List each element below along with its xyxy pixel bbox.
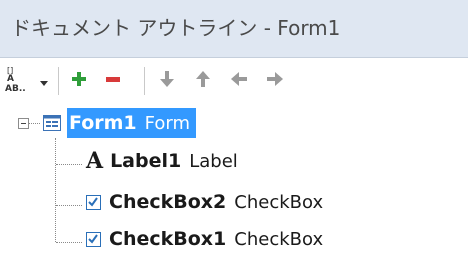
- tree-connector: [55, 138, 56, 242]
- tree-node-checkbox1[interactable]: CheckBox1 CheckBox: [86, 228, 323, 250]
- node-type: CheckBox: [234, 228, 324, 250]
- toolbar-separator: [144, 67, 145, 95]
- move-left-button[interactable]: [226, 58, 252, 104]
- node-type: CheckBox: [234, 191, 324, 213]
- panel-title: ドキュメント アウトライン - Form1: [11, 16, 341, 40]
- tree-node-label1[interactable]: A Label1 Label: [86, 150, 238, 172]
- sort-az-icon: [] A AB..: [4, 64, 40, 98]
- sort-dropdown-button[interactable]: [] A AB..: [5, 58, 48, 104]
- tree-connector: [56, 242, 82, 243]
- toolbar: [] A AB..: [0, 58, 468, 104]
- node-type: Form: [144, 112, 190, 134]
- move-right-button[interactable]: [262, 58, 288, 104]
- move-up-button[interactable]: [190, 58, 216, 104]
- node-name: Label1: [110, 150, 182, 172]
- move-down-button[interactable]: [154, 58, 180, 104]
- svg-text:AB..: AB..: [5, 84, 26, 94]
- add-icon: [70, 70, 88, 92]
- node-type: Label: [189, 150, 238, 172]
- toolbar-separator: [58, 67, 59, 95]
- label-icon: A: [86, 148, 104, 174]
- checkbox-icon: [86, 194, 101, 210]
- remove-icon: [104, 70, 122, 92]
- arrow-right-icon: [266, 71, 284, 91]
- checkbox-icon: [86, 231, 101, 247]
- tree-connector: [56, 164, 82, 165]
- arrow-left-icon: [230, 71, 248, 91]
- tree-node-form1[interactable]: Form1 Form: [42, 108, 196, 138]
- node-name: Form1: [69, 112, 137, 134]
- tree-node-checkbox2[interactable]: CheckBox2 CheckBox: [86, 191, 323, 213]
- chevron-down-icon: [40, 72, 48, 91]
- arrow-down-icon: [159, 70, 175, 92]
- tree-connector: [56, 205, 82, 206]
- form-icon: [42, 113, 62, 133]
- svg-text:A: A: [7, 74, 14, 84]
- tree-connector: [29, 123, 40, 124]
- add-button[interactable]: [66, 58, 92, 104]
- node-name: CheckBox1: [109, 228, 227, 250]
- arrow-up-icon: [195, 70, 211, 92]
- collapse-toggle[interactable]: [18, 118, 29, 129]
- remove-button[interactable]: [100, 58, 126, 104]
- selected-node-highlight: Form1 Form: [67, 108, 196, 138]
- node-name: CheckBox2: [109, 191, 227, 213]
- panel-titlebar: ドキュメント アウトライン - Form1: [0, 0, 468, 58]
